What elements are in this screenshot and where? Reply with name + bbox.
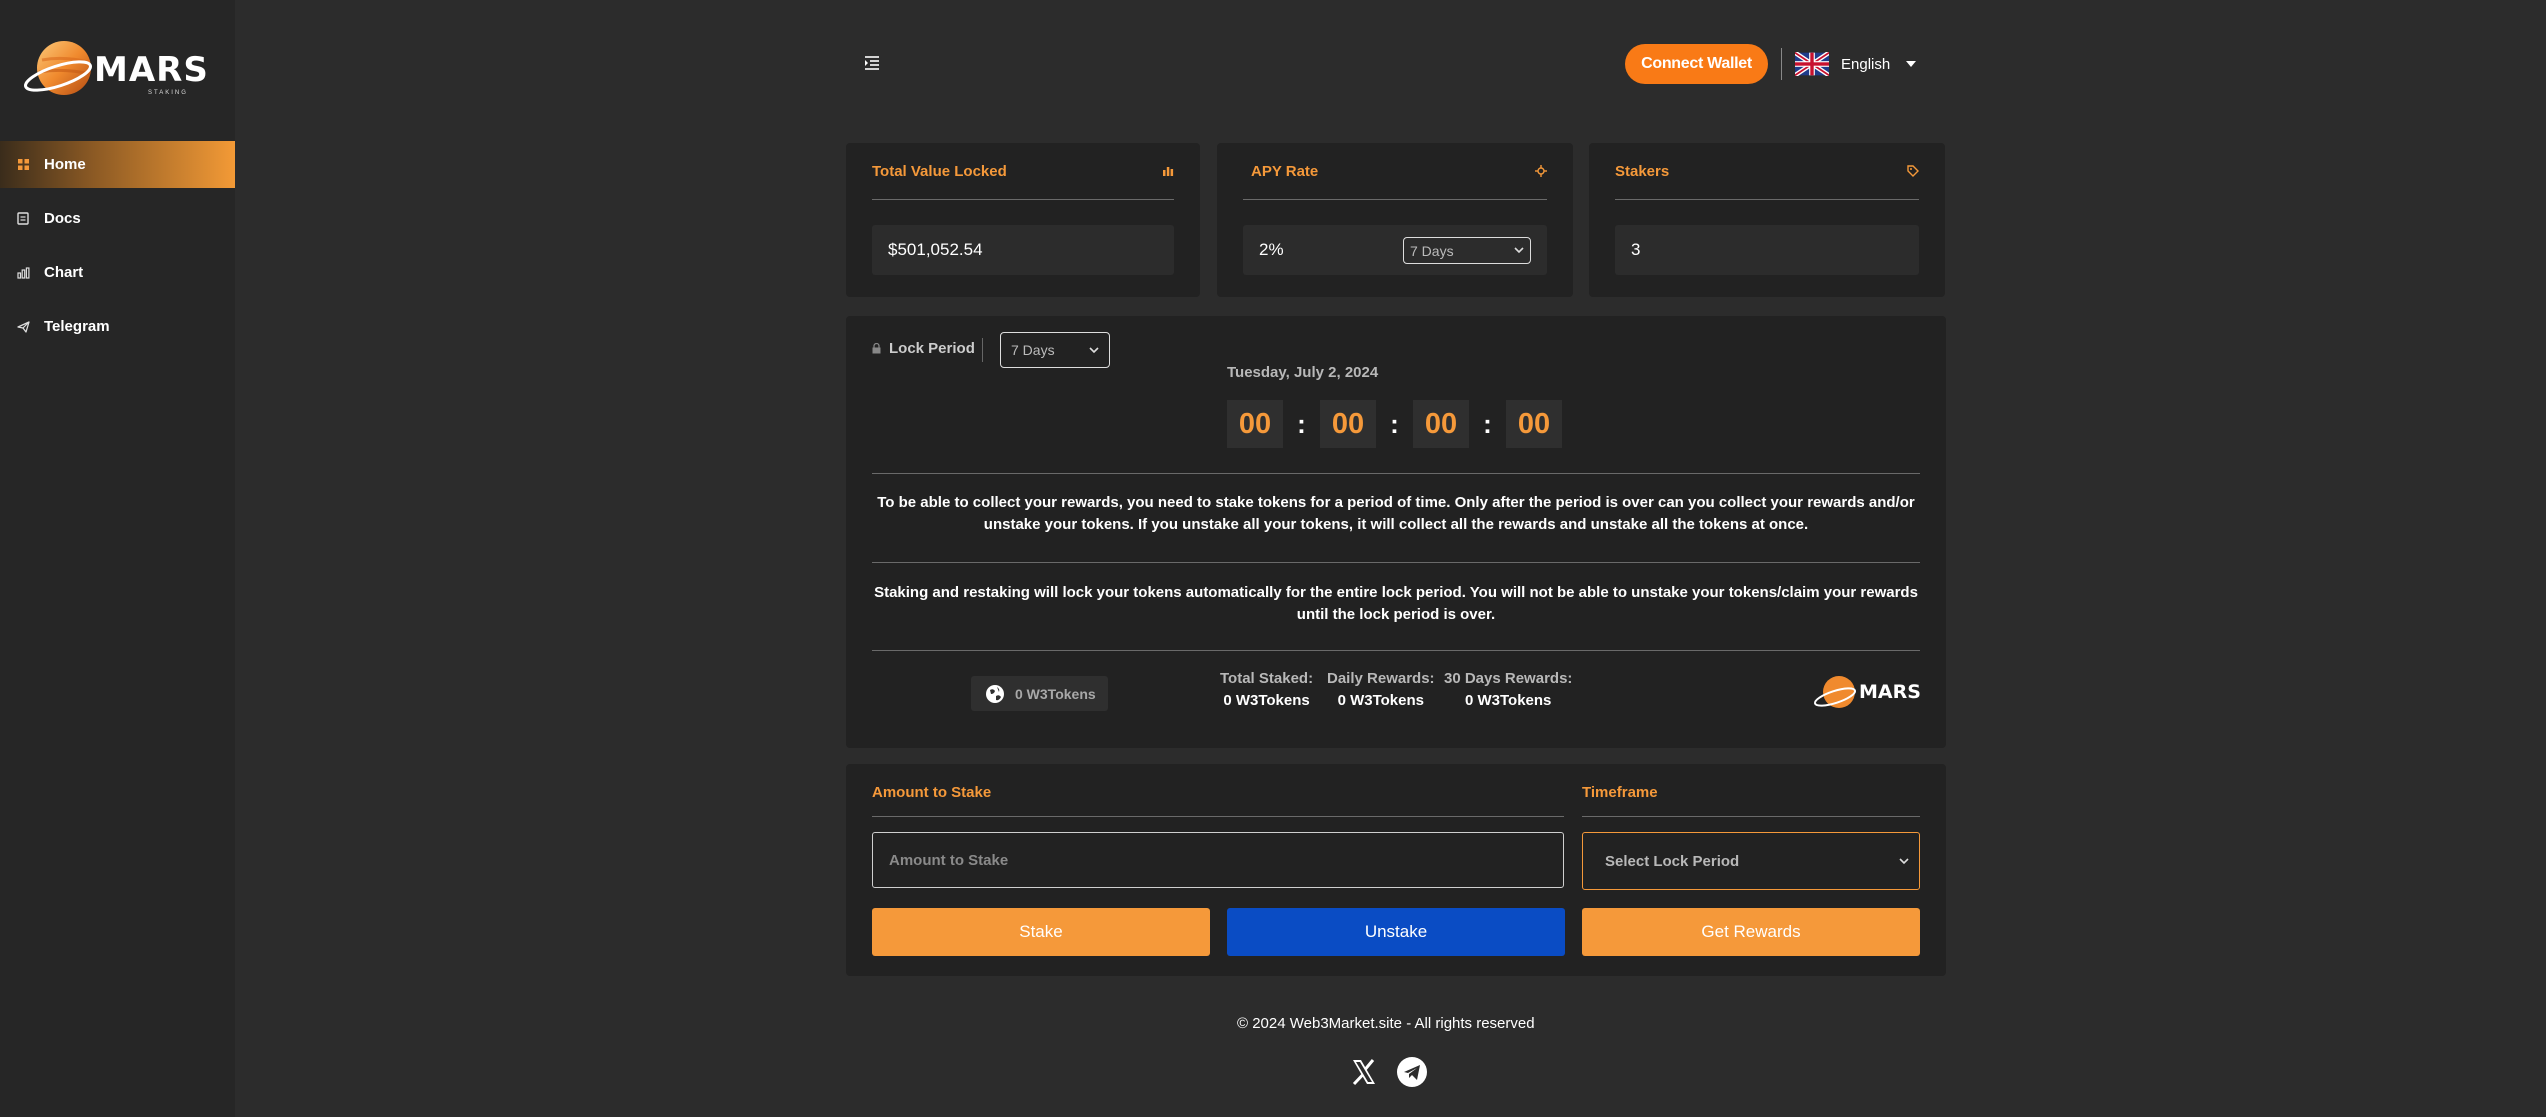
get-rewards-button[interactable]: Get Rewards [1582, 908, 1920, 956]
brand-logo[interactable]: MARS STAKING [22, 36, 212, 104]
section-divider [872, 816, 1564, 817]
amount-label: Amount to Stake [872, 784, 992, 801]
footer-copyright: © 2024 Web3Market.site - All rights rese… [1237, 1015, 1535, 1032]
tvl-card: Total Value Locked $501,052.54 [846, 143, 1200, 297]
countdown-hours: 00 [1320, 400, 1376, 448]
stat-label: Daily Rewards: [1327, 670, 1435, 687]
countdown-minutes: 00 [1413, 400, 1469, 448]
stakers-value: 3 [1615, 225, 1919, 275]
apy-period-value: 7 Days [1410, 242, 1454, 259]
countdown-days: 00 [1227, 400, 1283, 448]
bar-chart-icon [1163, 167, 1174, 176]
x-twitter-icon[interactable] [1348, 1056, 1380, 1088]
stat-total-staked: Total Staked: 0 W3Tokens [1220, 668, 1313, 712]
lock-period-dropdown[interactable]: Select Lock Period [1582, 832, 1920, 890]
unstake-button[interactable]: Unstake [1227, 908, 1565, 956]
stat-value: 0 W3Tokens [1337, 692, 1424, 709]
lock-date: Tuesday, July 2, 2024 [1227, 364, 1379, 381]
stake-button[interactable]: Stake [872, 908, 1210, 956]
lock-divider [982, 338, 983, 362]
uk-flag-icon [1795, 52, 1829, 76]
stat-value: 0 W3Tokens [1464, 692, 1552, 709]
stat-value: 0 W3Tokens [1223, 692, 1310, 709]
grid-icon [16, 158, 30, 172]
mars-mini-logo: MARS [1813, 673, 1923, 715]
section-divider [872, 473, 1920, 474]
brand-name: MARS [94, 50, 209, 90]
stakers-card: Stakers 3 [1589, 143, 1945, 297]
lock-icon [872, 343, 881, 354]
chevron-down-icon [1089, 346, 1099, 353]
stat-30day-rewards: 30 Days Rewards: 0 W3Tokens [1444, 668, 1572, 712]
amount-input[interactable] [872, 832, 1564, 888]
header-divider [1781, 48, 1782, 80]
sidebar-item-docs[interactable]: Docs [0, 195, 235, 242]
lock-period-text: Lock Period [889, 340, 975, 357]
countdown-separator: : [1297, 408, 1306, 439]
token-balance: 0 W3Tokens [1015, 685, 1096, 702]
card-divider [872, 199, 1174, 200]
stat-label: Total Staked: [1220, 670, 1314, 687]
lock-info-text: To be able to collect your rewards, you … [877, 494, 1915, 533]
countdown-separator: : [1483, 408, 1492, 439]
apy-title: APY Rate [1251, 163, 1319, 180]
planet-logo-icon [1813, 676, 1857, 708]
section-divider [872, 650, 1920, 651]
sidebar: MARS STAKING Home Docs Chart Telegram [0, 0, 235, 1117]
bar-chart-icon [16, 266, 30, 280]
crosshair-icon [1535, 165, 1547, 177]
chevron-down-icon [1514, 247, 1524, 254]
card-divider [1243, 199, 1547, 200]
mini-logo-text: MARS [1859, 681, 1921, 703]
section-divider [1582, 816, 1920, 817]
tvl-title: Total Value Locked [872, 163, 1007, 180]
card-divider [1615, 199, 1919, 200]
stat-daily-rewards: Daily Rewards: 0 W3Tokens [1327, 668, 1435, 712]
sidebar-nav: Home Docs Chart Telegram [0, 141, 235, 357]
sidebar-item-telegram[interactable]: Telegram [0, 303, 235, 350]
chevron-down-icon [1906, 61, 1917, 67]
menu-toggle-icon[interactable] [862, 53, 882, 73]
stakers-title: Stakers [1615, 163, 1670, 180]
chevron-down-icon [1899, 857, 1909, 864]
connect-wallet-button[interactable]: Connect Wallet [1625, 44, 1768, 84]
globe-icon [986, 684, 1004, 703]
stake-panel: Amount to Stake Timeframe Select Lock Pe… [846, 764, 1946, 976]
apy-period-select[interactable]: 7 Days [1403, 237, 1531, 264]
sidebar-item-label: Chart [44, 264, 84, 281]
lock-period-value: 7 Days [1011, 342, 1055, 358]
sidebar-item-label: Home [44, 156, 86, 173]
telegram-icon[interactable] [1396, 1056, 1428, 1088]
countdown-seconds: 00 [1506, 400, 1562, 448]
lock-period-label: Lock Period [872, 340, 975, 357]
apy-card: APY Rate 2% 7 Days [1217, 143, 1573, 297]
apy-box: 2% 7 Days [1243, 225, 1547, 275]
tag-icon [1907, 165, 1919, 177]
brand-subtitle: STAKING [148, 90, 188, 96]
lock-period-placeholder: Select Lock Period [1605, 852, 1740, 870]
timeframe-label: Timeframe [1582, 784, 1658, 801]
sidebar-item-chart[interactable]: Chart [0, 249, 235, 296]
lock-warning-text: Staking and restaking will lock your tok… [874, 584, 1918, 623]
countdown-timer: 00 : 00 : 00 : 00 [1227, 400, 1562, 448]
lock-period-select[interactable]: 7 Days [1000, 332, 1110, 368]
sidebar-item-label: Docs [44, 210, 81, 227]
language-selector[interactable]: English [1795, 51, 1917, 77]
tvl-value: $501,052.54 [872, 225, 1174, 275]
document-icon [16, 212, 30, 226]
token-balance-badge: 0 W3Tokens [971, 676, 1108, 711]
planet-logo-icon [24, 41, 92, 95]
apy-value: 2% [1259, 240, 1284, 259]
countdown-separator: : [1390, 408, 1399, 439]
sidebar-item-label: Telegram [44, 318, 110, 335]
sidebar-item-home[interactable]: Home [0, 141, 235, 188]
send-icon [16, 320, 30, 334]
section-divider [872, 562, 1920, 563]
language-label: English [1841, 55, 1891, 73]
stat-label: 30 Days Rewards: [1444, 670, 1573, 687]
lock-panel: Lock Period 7 Days Tuesday, July 2, 2024… [846, 316, 1946, 748]
